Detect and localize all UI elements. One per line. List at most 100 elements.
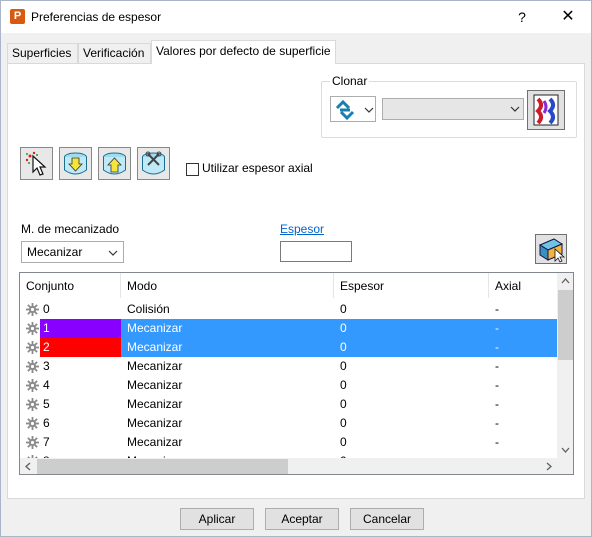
gear-icon	[26, 322, 39, 335]
thickness-cell: 0	[340, 378, 347, 392]
scroll-up-icon	[561, 278, 570, 284]
move-up-button[interactable]	[98, 147, 131, 180]
gear-icon	[26, 436, 39, 449]
machining-mode-label: M. de mecanizado	[21, 222, 120, 236]
app-icon: P	[10, 9, 25, 24]
gear-icon	[26, 398, 39, 411]
close-button[interactable]: ✕	[553, 4, 583, 30]
clone-mode-dropdown[interactable]	[330, 96, 376, 122]
axial-cell: -	[495, 435, 499, 449]
machining-mode-value: Mecanizar	[27, 245, 83, 259]
tab-verificacion[interactable]: Verificación	[78, 43, 151, 63]
axial-thickness-label: Utilizar espesor axial	[202, 161, 313, 175]
set-cell: 5	[43, 397, 50, 411]
tab-superficies[interactable]: Superficies	[7, 43, 78, 63]
select-arrow-icon	[25, 151, 47, 176]
sets-table: Conjunto Modo Espesor Axial 0 Colisión 0-1…	[19, 272, 574, 475]
thickness-cell: 0	[340, 302, 347, 316]
mode-cell: Mecanizar	[127, 397, 183, 411]
column-header-conjunto[interactable]: Conjunto	[20, 273, 121, 298]
select-surfaces-button[interactable]	[20, 147, 53, 180]
thickness-link[interactable]: Espesor	[280, 222, 324, 236]
table-row[interactable]: 4 Mecanizar 0 -	[20, 376, 557, 395]
move-up-icon	[103, 152, 126, 175]
table-row[interactable]: 0 Colisión 0 -	[20, 300, 557, 319]
vertical-scrollbar[interactable]	[557, 273, 573, 458]
axial-cell: -	[489, 319, 557, 338]
tool-settings-button[interactable]	[137, 147, 170, 180]
axial-cell: -	[495, 302, 499, 316]
mode-cell: Mecanizar	[127, 435, 183, 449]
mode-cell: Mecanizar	[127, 378, 183, 392]
mode-cell: Colisión	[127, 302, 170, 316]
gear-icon	[26, 303, 39, 316]
vertical-scroll-thumb[interactable]	[558, 290, 573, 360]
thickness-cell: 0	[340, 416, 347, 430]
scroll-right-icon	[546, 462, 552, 471]
axial-cell: -	[495, 416, 499, 430]
cancel-button[interactable]: Cancelar	[350, 508, 424, 530]
tab-valores-por-defecto[interactable]: Valores por defecto de superficie	[151, 40, 336, 64]
scroll-left-icon	[25, 462, 31, 471]
clone-apply-button[interactable]	[527, 90, 565, 130]
scroll-down-icon	[561, 447, 570, 453]
thickness-cell: 0	[340, 435, 347, 449]
ok-button[interactable]: Aceptar	[265, 508, 339, 530]
set-cell: 4	[43, 378, 50, 392]
horizontal-scrollbar[interactable]	[20, 458, 557, 474]
axial-cell: -	[495, 359, 499, 373]
thickness-input[interactable]	[280, 241, 352, 262]
title-bar: P Preferencias de espesor ? ✕	[1, 1, 591, 33]
table-row[interactable]: 3 Mecanizar 0 -	[20, 357, 557, 376]
table-header: Conjunto Modo Espesor Axial	[20, 273, 557, 298]
window-title: Preferencias de espesor	[31, 10, 162, 24]
machining-mode-select[interactable]: Mecanizar	[21, 241, 124, 263]
mode-cell: Mecanizar	[127, 359, 183, 373]
horizontal-scroll-thumb[interactable]	[37, 459, 288, 474]
set-cell: 3	[43, 359, 50, 373]
mode-cell: Mecanizar	[127, 416, 183, 430]
column-header-espesor[interactable]: Espesor	[334, 273, 489, 298]
gear-icon	[26, 417, 39, 430]
tool-settings-icon	[142, 151, 165, 175]
thickness-cell: 0	[340, 397, 347, 411]
set-cell: 2	[40, 338, 121, 357]
set-cell: 6	[43, 416, 50, 430]
gear-icon	[26, 341, 39, 354]
chevron-down-icon	[364, 107, 374, 113]
clone-source-select[interactable]	[382, 98, 524, 120]
checkbox-box[interactable]	[186, 163, 199, 176]
set-cell: 7	[43, 435, 50, 449]
gear-icon	[26, 379, 39, 392]
gear-icon	[26, 360, 39, 373]
apply-button[interactable]: Aplicar	[180, 508, 254, 530]
set-cell: 0	[43, 302, 50, 316]
column-header-axial[interactable]: Axial	[489, 273, 557, 298]
axial-cell: -	[495, 397, 499, 411]
move-down-icon	[64, 152, 87, 175]
table-row[interactable]: 1 Mecanizar 0-	[20, 319, 557, 338]
set-cell: 1	[40, 319, 121, 338]
axial-cell: -	[489, 338, 557, 357]
clone-surfaces-icon	[533, 94, 559, 126]
edit-thickness-button[interactable]	[535, 234, 567, 264]
clonar-label: Clonar	[330, 74, 370, 88]
table-row[interactable]: 5 Mecanizar 0 -	[20, 395, 557, 414]
thickness-cell: 0	[334, 319, 489, 338]
help-button[interactable]: ?	[507, 4, 537, 30]
column-header-modo[interactable]: Modo	[121, 273, 334, 298]
thickness-cell: 0	[334, 338, 489, 357]
mode-cell: Mecanizar	[121, 319, 334, 338]
chevron-down-icon	[510, 106, 520, 112]
table-row[interactable]: 7 Mecanizar 0 -	[20, 433, 557, 452]
table-row[interactable]: 2 Mecanizar 0-	[20, 338, 557, 357]
table-row[interactable]: 6 Mecanizar 0 -	[20, 414, 557, 433]
mode-cell: Mecanizar	[121, 338, 334, 357]
thickness-cell: 0	[340, 359, 347, 373]
clone-link-icon	[335, 99, 355, 121]
thickness-tool-icon	[538, 238, 566, 263]
scrollbar-corner	[557, 458, 573, 474]
chevron-down-icon	[108, 250, 118, 256]
move-down-button[interactable]	[59, 147, 92, 180]
axial-cell: -	[495, 378, 499, 392]
